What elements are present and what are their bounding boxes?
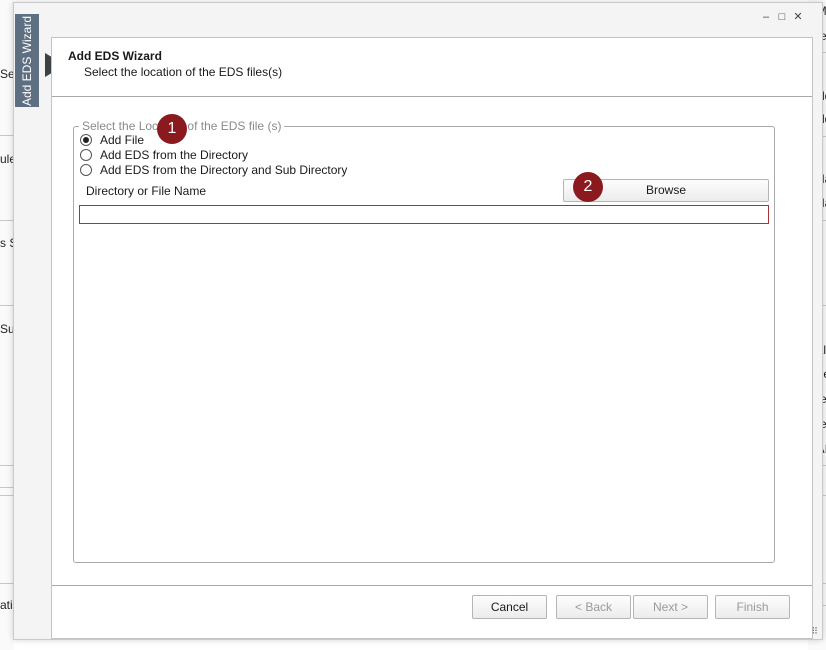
radio-label: Add EDS from the Directory <box>100 148 249 162</box>
footer-divider <box>52 585 812 586</box>
radio-add-file[interactable]: Add File <box>80 133 144 147</box>
bg-divider <box>0 135 14 136</box>
close-icon[interactable]: ✕ <box>792 10 804 24</box>
wizard-subtitle: Select the location of the EDS files(s) <box>84 65 283 79</box>
background-left-panel: Se ule s Se Sup ati <box>0 0 14 650</box>
maximize-icon[interactable]: □ <box>776 10 788 24</box>
radio-label: Add File <box>100 133 145 147</box>
bg-left-text: ati <box>0 598 13 612</box>
bg-divider <box>0 583 14 584</box>
resize-grip-icon[interactable]: ⠿ <box>811 626 818 637</box>
wizard-title: Add EDS Wizard <box>68 49 162 63</box>
step-badge-2: 2 <box>573 172 603 202</box>
radio-add-eds-directory[interactable]: Add EDS from the Directory <box>80 148 248 162</box>
bg-divider <box>0 305 14 306</box>
radio-checked-icon[interactable] <box>80 134 92 146</box>
finish-button[interactable]: Finish <box>715 595 790 619</box>
radio-add-eds-subdirectory[interactable]: Add EDS from the Directory and Sub Direc… <box>80 163 347 177</box>
radio-unchecked-icon[interactable] <box>80 149 92 161</box>
bg-left-text: s Se <box>0 236 14 250</box>
radio-unchecked-icon[interactable] <box>80 164 92 176</box>
file-path-input[interactable] <box>79 205 769 224</box>
radio-label: Add EDS from the Directory and Sub Direc… <box>100 163 348 177</box>
step-badge-1: 1 <box>157 114 187 144</box>
side-tab-label: Add EDS Wizard <box>20 15 34 106</box>
bg-divider <box>0 487 14 488</box>
bg-left-text: ule <box>0 152 14 166</box>
back-button[interactable]: < Back <box>556 595 631 619</box>
minimize-icon[interactable]: – <box>760 10 772 24</box>
bg-divider <box>0 495 14 496</box>
directory-file-label: Directory or File Name <box>86 184 207 198</box>
bg-left-text: Sup <box>0 322 14 336</box>
location-groupbox: Select the Location of the EDS file (s) … <box>73 119 775 563</box>
bg-divider <box>0 220 14 221</box>
add-eds-wizard-dialog: – □ ✕ Add EDS Wizard Add EDS Wizard Sele… <box>13 2 823 640</box>
next-button[interactable]: Next > <box>633 595 708 619</box>
side-tab[interactable]: Add EDS Wizard <box>15 14 39 107</box>
bg-divider <box>0 465 14 466</box>
cancel-button[interactable]: Cancel <box>472 595 547 619</box>
bg-left-text: Se <box>0 67 14 81</box>
wizard-header: Add EDS Wizard Select the location of th… <box>52 38 812 97</box>
window-controls: – □ ✕ <box>760 10 804 24</box>
